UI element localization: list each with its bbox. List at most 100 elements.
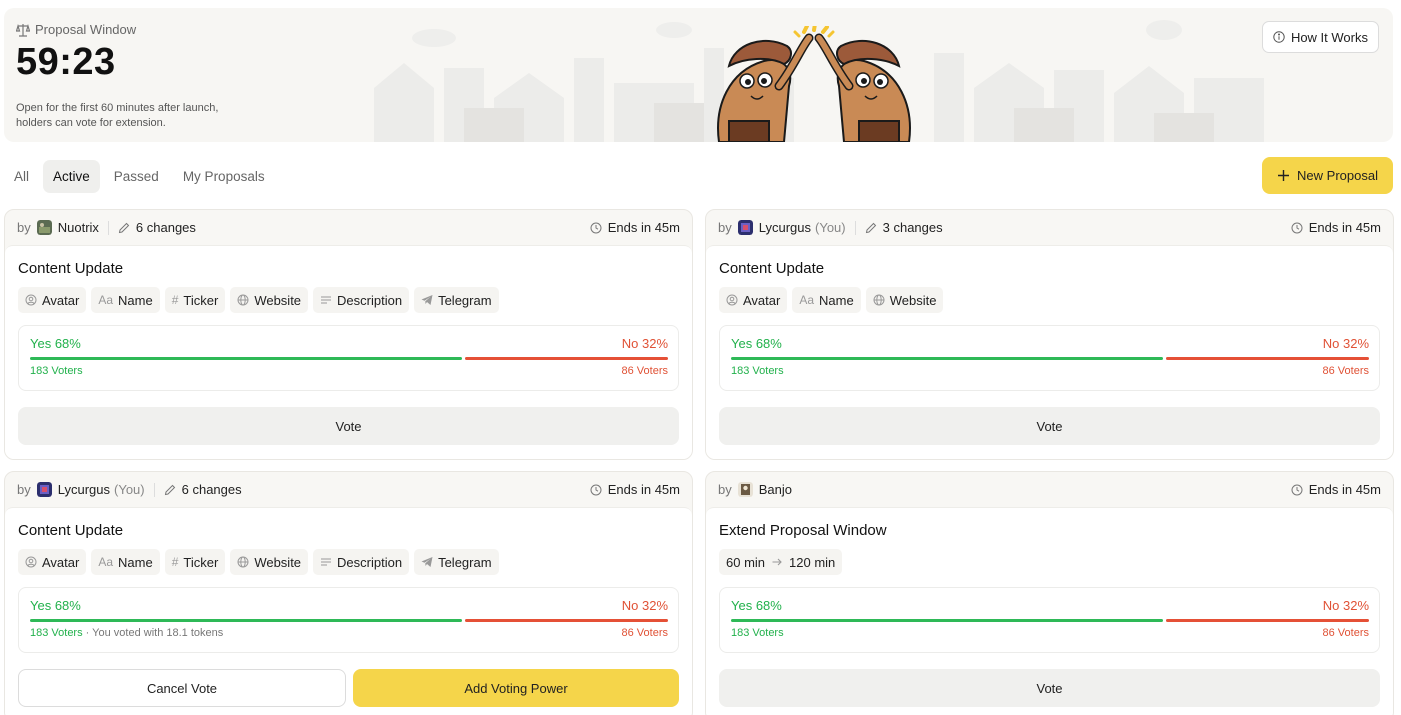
change-chips: 60 min 120 min <box>719 549 1380 575</box>
ends-in: Ends in 45m <box>590 220 680 235</box>
tab-passed[interactable]: Passed <box>104 160 169 193</box>
vote-button[interactable]: Vote <box>719 407 1380 445</box>
proposal-title: Content Update <box>18 522 124 539</box>
chip-avatar: Avatar <box>18 287 87 313</box>
from-duration: 60 min <box>726 554 766 570</box>
vote-results: Yes 68% No 32% 183 Voters 86 Voters <box>719 325 1380 391</box>
no-voters: 86 Voters <box>1322 627 1369 639</box>
change-chips: Avatar Aa Name # Ticker Website Descriptio… <box>18 549 679 575</box>
proposal-card-body: Content Update Avatar Aa Name Website Yes… <box>706 245 1393 459</box>
chip-label: Avatar <box>42 554 80 570</box>
divider <box>153 482 155 497</box>
yes-voters: 183 Voters <box>731 627 784 639</box>
high-five-mascots-illustration <box>717 26 911 142</box>
yes-percent: Yes 68% <box>30 598 81 613</box>
ends-text: Ends in 45m <box>607 220 680 235</box>
chip-label: Name <box>118 292 153 308</box>
chip-label: Website <box>254 554 302 570</box>
tab-my-proposals[interactable]: My Proposals <box>173 160 275 193</box>
globe-icon <box>873 294 885 306</box>
vote-bar <box>731 357 1369 360</box>
telegram-icon <box>421 556 433 568</box>
chip-website: Website <box>865 287 944 313</box>
proposal-card: by Banjo Ends in 45m Extend Proposal Win… <box>705 471 1394 715</box>
clock-icon <box>1291 222 1303 233</box>
arrow-right-icon <box>771 556 783 568</box>
author-name[interactable]: Nuotrix <box>58 220 99 235</box>
globe-icon <box>237 294 249 306</box>
clock-icon <box>590 222 602 233</box>
no-percent: No 32% <box>1322 336 1369 351</box>
vote-button[interactable]: Vote <box>719 669 1380 707</box>
no-percent: No 32% <box>621 598 668 613</box>
yes-percent: Yes 68% <box>30 336 81 351</box>
cancel-vote-button[interactable]: Cancel Vote <box>18 669 346 707</box>
user-circle-icon <box>726 294 738 306</box>
proposal-window-info: Proposal Window 59:23 Open for the first… <box>16 22 276 131</box>
pencil-icon <box>865 222 876 233</box>
avatar <box>36 220 52 235</box>
no-bar <box>464 357 668 360</box>
how-it-works-label: How It Works <box>1290 29 1368 45</box>
chip-label: Telegram <box>438 292 492 308</box>
proposal-card-header: by Lycurgus (You) 6 changes Ends in 45m <box>5 472 692 507</box>
tab-all[interactable]: All <box>4 160 39 193</box>
telegram-icon <box>421 294 433 306</box>
you-label: (You) <box>114 482 145 497</box>
countdown-timer: 59:23 <box>16 41 116 83</box>
chip-label: Description <box>337 292 403 308</box>
lines-icon <box>320 294 332 306</box>
text-aa-icon: Aa <box>799 293 815 307</box>
proposal-card: by Lycurgus (You) 6 changes Ends in 45m … <box>4 471 693 715</box>
divider <box>854 220 856 235</box>
pencil-icon <box>164 484 175 495</box>
yes-percent: Yes 68% <box>731 598 782 613</box>
changes-count: 6 changes <box>118 220 196 235</box>
no-percent: No 32% <box>621 336 668 351</box>
author-name[interactable]: Banjo <box>759 482 792 497</box>
scale-icon <box>16 23 30 37</box>
vote-button[interactable]: Vote <box>18 407 679 445</box>
proposal-window-banner: Proposal Window 59:23 Open for the first… <box>4 8 1393 142</box>
window-extension-chip: 60 min 120 min <box>719 549 843 575</box>
chip-ticker: # Ticker <box>164 549 226 575</box>
vote-bar <box>30 357 668 360</box>
chip-name: Aa Name <box>792 287 861 313</box>
chip-label: Ticker <box>183 554 219 570</box>
pencil-icon <box>118 222 130 233</box>
user-circle-icon <box>25 556 37 568</box>
chip-website: Website <box>230 549 309 575</box>
add-voting-power-button[interactable]: Add Voting Power <box>353 669 679 707</box>
card-actions: Vote <box>719 407 1380 445</box>
avatar <box>36 482 52 497</box>
yes-percent: Yes 68% <box>731 336 782 351</box>
author-name[interactable]: Lycurgus <box>759 220 811 235</box>
vote-bar <box>731 619 1369 622</box>
new-proposal-button[interactable]: New Proposal <box>1262 157 1393 194</box>
chip-name: Aa Name <box>91 287 160 313</box>
chip-label: Ticker <box>183 292 219 308</box>
change-chips: Avatar Aa Name Website <box>719 287 1380 313</box>
changes-text: 6 changes <box>181 482 242 497</box>
chip-website: Website <box>230 287 309 313</box>
author-name[interactable]: Lycurgus <box>58 482 110 497</box>
chip-avatar: Avatar <box>719 287 788 313</box>
proposal-card-body: Content Update Avatar Aa Name # Ticker Web… <box>5 507 692 715</box>
by-label: by <box>718 220 732 235</box>
tab-active[interactable]: Active <box>43 160 100 193</box>
yes-bar <box>731 357 1163 360</box>
card-actions: Vote <box>18 407 679 445</box>
by-label: by <box>718 482 732 497</box>
clock-icon <box>590 484 602 495</box>
chip-label: Name <box>118 554 153 570</box>
how-it-works-button[interactable]: How It Works <box>1261 21 1379 53</box>
voted-note: · You voted with 18.1 tokens <box>82 627 224 639</box>
changes-text: 3 changes <box>882 220 943 235</box>
yes-voters: 183 Voters <box>30 627 83 639</box>
by-label: by <box>17 482 31 497</box>
changes-count: 3 changes <box>865 220 943 235</box>
proposal-card: by Nuotrix 6 changes Ends in 45m Content… <box>4 209 693 460</box>
proposal-card-header: by Banjo Ends in 45m <box>706 472 1393 507</box>
text-aa-icon: Aa <box>98 293 114 307</box>
proposal-filter-tabs: All Active Passed My Proposals <box>4 160 275 193</box>
